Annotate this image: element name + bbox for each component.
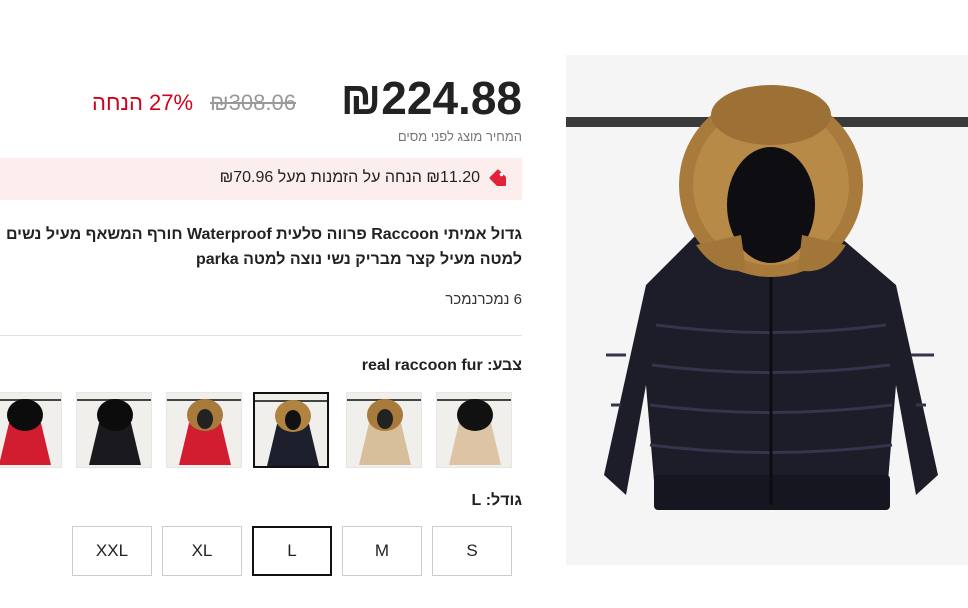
color-swatch-red-raccoon-fur[interactable] (166, 392, 242, 468)
coupon-bar[interactable]: ₪11.20 הנחה על הזמנות מעל ₪70.96 (0, 158, 522, 200)
color-swatch-black-black-fur[interactable] (76, 392, 152, 468)
sold-count: 6 נמכרנמכר (445, 291, 522, 308)
color-swatch-beige-raccoon-fur[interactable] (346, 392, 422, 468)
size-option-l[interactable]: L (252, 526, 332, 576)
jacket-thumbnail (255, 394, 327, 466)
color-label: צבע: real raccoon fur (361, 357, 522, 374)
product-title-line: גדול אמיתי Raccoon פרווה סלעית Waterproo… (5, 226, 522, 243)
tax-note: המחיר מוצג לפני מסים (397, 129, 522, 144)
product-title-line: למטה מעיל קצר מבריק נשי נוצה למטה parka (195, 251, 522, 268)
size-option-m[interactable]: M (342, 526, 422, 576)
size-label: גודל: L (471, 492, 522, 509)
coupon-text: ₪11.20 הנחה על הזמנות מעל ₪70.96 (219, 169, 480, 186)
size-option-s[interactable]: S (432, 526, 512, 576)
jacket-photo (566, 55, 968, 565)
current-price: ₪224.88 (340, 72, 522, 124)
jacket-thumbnail (167, 393, 241, 467)
product-main-image[interactable] (566, 55, 968, 565)
jacket-thumbnail (347, 393, 421, 467)
color-swatch-navy-raccoon-fur[interactable] (253, 392, 329, 468)
discount-badge: 27% הנחה (92, 90, 194, 115)
jacket-thumbnail (0, 393, 61, 467)
size-option-xxl[interactable]: XXL (72, 526, 152, 576)
divider (0, 335, 522, 336)
original-price: ₪308.06 (210, 90, 296, 115)
size-option-xl[interactable]: XL (162, 526, 242, 576)
color-swatch-beige-black-fur[interactable] (436, 392, 512, 468)
tag-icon (488, 168, 508, 188)
jacket-thumbnail (77, 393, 151, 467)
color-swatch-red-black-fur[interactable] (0, 392, 62, 468)
jacket-thumbnail (437, 393, 511, 467)
product-title: גדול אמיתי Raccoon פרווה סלעית Waterproo… (0, 222, 522, 272)
